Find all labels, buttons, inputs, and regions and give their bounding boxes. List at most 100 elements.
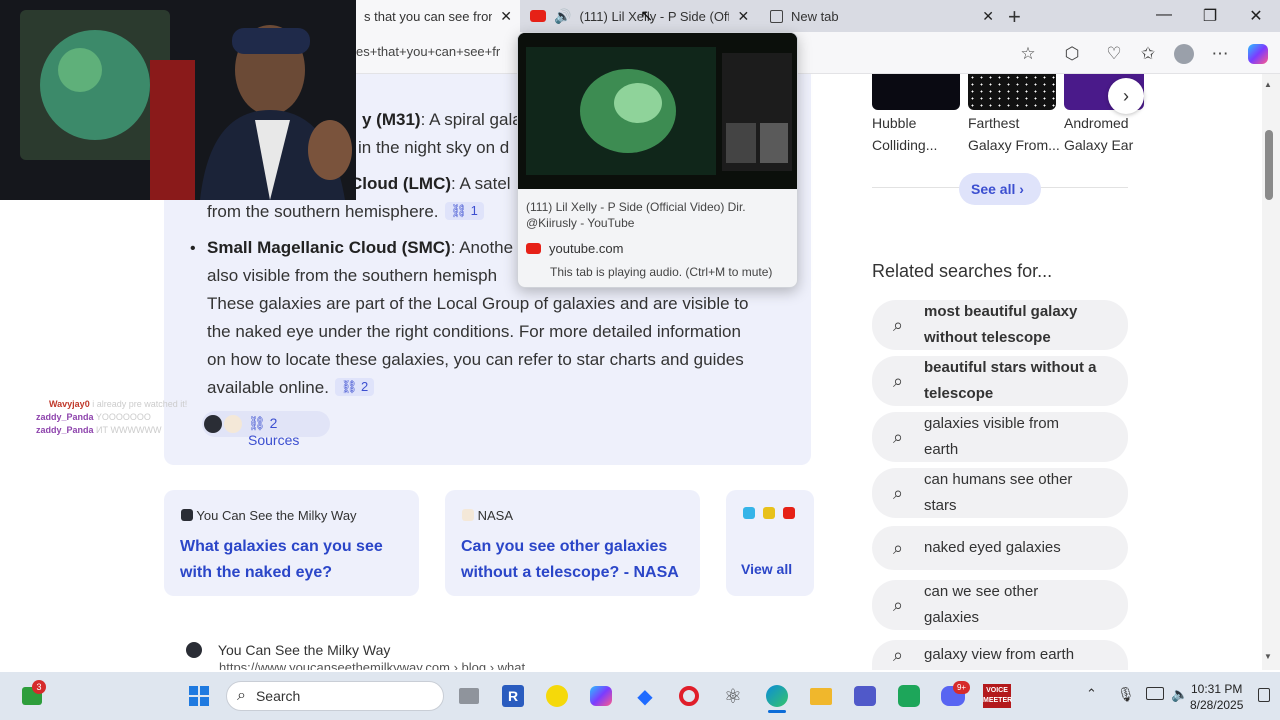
opera-icon[interactable] bbox=[673, 680, 705, 712]
related-search-item[interactable]: ⌕ can we see other galaxies bbox=[872, 580, 1128, 630]
related-search-item[interactable]: ⌕ galaxies visible from earth bbox=[872, 412, 1128, 462]
smc-label: Small Magellanic Cloud (SMC) bbox=[207, 238, 451, 257]
lmc-line2-text: from the southern hemisphere. bbox=[207, 202, 439, 221]
bullet-dot: • bbox=[190, 240, 196, 257]
clock-time: 10:31 PM bbox=[1191, 682, 1243, 696]
copilot-taskbar-icon[interactable] bbox=[585, 680, 617, 712]
network-icon[interactable] bbox=[1146, 687, 1164, 700]
scroll-down-icon[interactable]: ▼ bbox=[1264, 652, 1272, 661]
scrollbar-thumb[interactable] bbox=[1265, 130, 1273, 200]
file-explorer-icon[interactable] bbox=[805, 680, 837, 712]
close-icon[interactable]: ✕ bbox=[982, 8, 994, 25]
source-card[interactable]: NASA Can you see other galaxies without … bbox=[445, 490, 700, 596]
task-view-icon[interactable] bbox=[453, 680, 485, 712]
notification-badge: 3 bbox=[32, 680, 46, 694]
image-thumbnail[interactable] bbox=[872, 74, 960, 110]
browser-essentials-icon[interactable]: ♡ bbox=[1103, 44, 1125, 64]
chat-user: zaddy_Panda bbox=[36, 412, 94, 422]
volume-icon[interactable]: 🔈 bbox=[1171, 686, 1188, 703]
voicemeeter-icon[interactable]: VOICE MEETER bbox=[983, 684, 1012, 708]
taskbar-search[interactable]: ⌕ Search bbox=[226, 681, 444, 711]
search-icon: ⌕ bbox=[237, 687, 246, 704]
preview-domain: youtube.com bbox=[526, 241, 623, 256]
tab-search-title: s that you can see from ea bbox=[364, 8, 492, 24]
tab-preview-popup: (111) Lil Xelly - P Side (Official Video… bbox=[517, 32, 798, 288]
youtube-icon bbox=[783, 507, 795, 519]
related-label: most beautiful galaxy without telescope bbox=[924, 299, 1114, 351]
tab-new[interactable]: New tab ✕ bbox=[762, 0, 1002, 32]
system-clock[interactable]: 10:31 PM 8/28/2025 bbox=[1190, 681, 1243, 713]
minimize-icon[interactable]: — bbox=[1144, 6, 1184, 24]
related-line: can humans see other bbox=[924, 471, 1073, 488]
chevron-right-icon[interactable]: › bbox=[1108, 78, 1144, 114]
result-source-name: You Can See the Milky Way bbox=[217, 642, 391, 658]
more-menu-icon[interactable]: ⋯ bbox=[1209, 44, 1231, 64]
thumbnail-caption[interactable]: Hubble Colliding... bbox=[872, 112, 937, 156]
preview-audio-note: This tab is playing audio. (Ctrl+M to mu… bbox=[550, 265, 773, 279]
preview-title: (111) Lil Xelly - P Side (Official Video… bbox=[526, 200, 746, 230]
address-bar[interactable]: es+that+you+can+see+fr bbox=[356, 44, 521, 59]
related-search-item[interactable]: ⌕ beautiful stars without a telescope bbox=[872, 356, 1128, 406]
notification-badge: 9+ bbox=[953, 681, 970, 694]
citation-link[interactable]: ⛓ 1 bbox=[444, 202, 484, 220]
view-all-link[interactable]: View all bbox=[741, 561, 792, 577]
caption-line: Farthest bbox=[968, 115, 1020, 131]
snapchat-icon[interactable] bbox=[541, 680, 573, 712]
favorite-star-icon[interactable]: ☆ bbox=[1017, 44, 1039, 64]
nasa-favicon bbox=[462, 509, 474, 521]
video-thumbnail bbox=[518, 33, 797, 189]
close-icon[interactable]: ✕ bbox=[500, 8, 512, 25]
related-label: can humans see other stars bbox=[924, 467, 1114, 519]
related-label: galaxy view from earth bbox=[924, 646, 1075, 663]
see-all-button[interactable]: See all › bbox=[959, 173, 1041, 205]
related-search-item[interactable]: ⌕ most beautiful galaxy without telescope bbox=[872, 300, 1128, 350]
copilot-icon[interactable] bbox=[1248, 44, 1268, 64]
related-searches-title: Related searches for... bbox=[872, 261, 1053, 281]
source-favicon bbox=[204, 415, 222, 433]
dropbox-icon[interactable]: ◆ bbox=[629, 680, 661, 712]
related-line: telescope bbox=[924, 385, 994, 402]
related-search-item[interactable]: ⌕ galaxy view from earth bbox=[872, 640, 1128, 670]
chevron-up-icon[interactable]: ⌃ bbox=[1086, 686, 1097, 702]
app-r-icon[interactable]: R bbox=[497, 680, 529, 712]
result-url[interactable]: https://www.youcanseethemilkyway.com › b… bbox=[219, 660, 536, 670]
preview-domain-text: youtube.com bbox=[549, 241, 624, 256]
view-all-card[interactable]: View all bbox=[726, 490, 814, 596]
xbox-app-icon[interactable] bbox=[893, 680, 925, 712]
sources-button[interactable]: ⛓ 2 Sources bbox=[202, 411, 330, 448]
windows-start-icon[interactable] bbox=[183, 680, 215, 712]
profile-avatar[interactable] bbox=[1174, 44, 1194, 64]
scroll-up-icon[interactable]: ▲ bbox=[1264, 80, 1272, 89]
extensions-icon[interactable]: ⬡ bbox=[1061, 44, 1083, 64]
m31-line2: in the night sky on d bbox=[358, 138, 510, 157]
nasa-favicon bbox=[224, 415, 242, 433]
microphone-icon[interactable]: 🎙 bbox=[1117, 686, 1135, 703]
image-thumbnail[interactable] bbox=[968, 74, 1056, 110]
search-icon: ⌕ bbox=[892, 594, 904, 615]
answer-line-lmc: Cloud (LMC): A satel bbox=[350, 170, 511, 198]
chat-text: i already pre watched it! bbox=[92, 399, 188, 409]
favorites-icon[interactable]: ✩ bbox=[1137, 44, 1159, 64]
source-favicon bbox=[763, 507, 775, 519]
notifications-icon[interactable] bbox=[1258, 688, 1270, 702]
speaker-icon[interactable]: 🔊 bbox=[554, 8, 571, 25]
tab-search[interactable]: s that you can see from ea ✕ bbox=[356, 0, 520, 32]
close-window-icon[interactable]: ✕ bbox=[1236, 6, 1276, 26]
thumbnail-caption[interactable]: Farthest Galaxy From... bbox=[968, 112, 1060, 156]
close-icon[interactable]: ✕ bbox=[737, 8, 749, 25]
maximize-icon[interactable]: ❐ bbox=[1190, 6, 1230, 26]
search-icon: ⌕ bbox=[892, 370, 904, 391]
chat-message: Wavyjay0 i already pre watched it! bbox=[49, 398, 187, 411]
teams-icon[interactable] bbox=[849, 680, 881, 712]
new-tab-button[interactable]: + bbox=[1008, 4, 1021, 30]
thumbnail-caption[interactable]: Andromed Galaxy Ear bbox=[1064, 112, 1144, 156]
react-app-icon[interactable]: ⚛ bbox=[717, 680, 749, 712]
edge-browser-icon[interactable] bbox=[761, 680, 793, 712]
related-search-item[interactable]: ⌕ can humans see other stars bbox=[872, 468, 1128, 518]
source-card[interactable]: You Can See the Milky Way What galaxies … bbox=[164, 490, 419, 596]
caption-line: Hubble bbox=[872, 115, 917, 131]
search-icon: ⌕ bbox=[892, 426, 904, 447]
related-search-item[interactable]: ⌕ naked eyed galaxies bbox=[872, 526, 1128, 570]
citation-link[interactable]: ⛓ 2 bbox=[334, 378, 375, 396]
result-source[interactable]: You Can See the Milky Way bbox=[186, 642, 390, 658]
